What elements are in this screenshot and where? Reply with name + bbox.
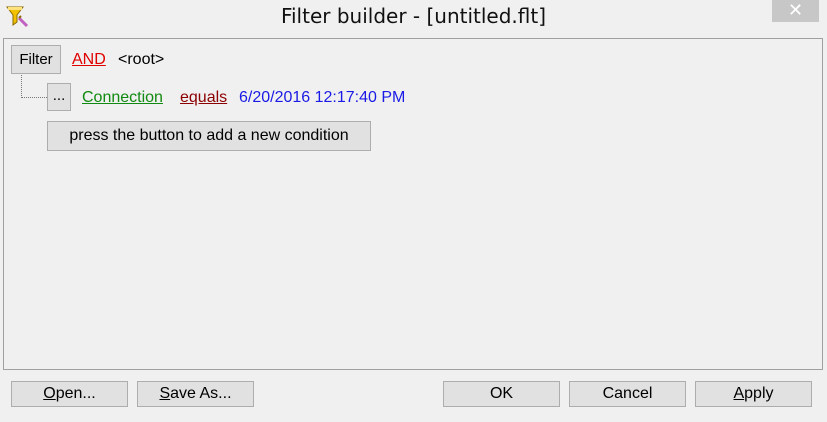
- save-as-button-label: ave As...: [170, 385, 232, 402]
- apply-button-label: pply: [744, 385, 774, 402]
- cancel-button[interactable]: Cancel: [569, 381, 686, 407]
- condition-value[interactable]: 6/20/2016 12:17:40 PM: [239, 89, 405, 107]
- filter-tree-panel: Filter AND <root> ... Connection equals …: [3, 38, 823, 370]
- condition-menu-button[interactable]: ...: [47, 83, 71, 111]
- close-icon: ✕: [787, 0, 804, 21]
- window-title: Filter builder - [untitled.flt]: [280, 4, 547, 28]
- apply-button[interactable]: Apply: [695, 381, 812, 407]
- filter-button[interactable]: Filter: [11, 45, 61, 74]
- add-condition-button[interactable]: press the button to add a new condition: [47, 121, 371, 151]
- group-operator-link[interactable]: AND: [72, 51, 106, 69]
- condition-field-link[interactable]: Connection: [82, 89, 163, 107]
- tree-connector: [21, 75, 47, 98]
- title-bar: Filter builder - [untitled.flt] ✕: [0, 0, 827, 38]
- group-root-label: <root>: [118, 51, 165, 68]
- ok-button[interactable]: OK: [443, 381, 560, 407]
- condition-operator-link[interactable]: equals: [180, 89, 227, 107]
- close-button[interactable]: ✕: [772, 0, 819, 22]
- save-as-button[interactable]: Save As...: [137, 381, 254, 407]
- open-button[interactable]: Open...: [11, 381, 128, 407]
- open-button-label: pen...: [55, 385, 96, 402]
